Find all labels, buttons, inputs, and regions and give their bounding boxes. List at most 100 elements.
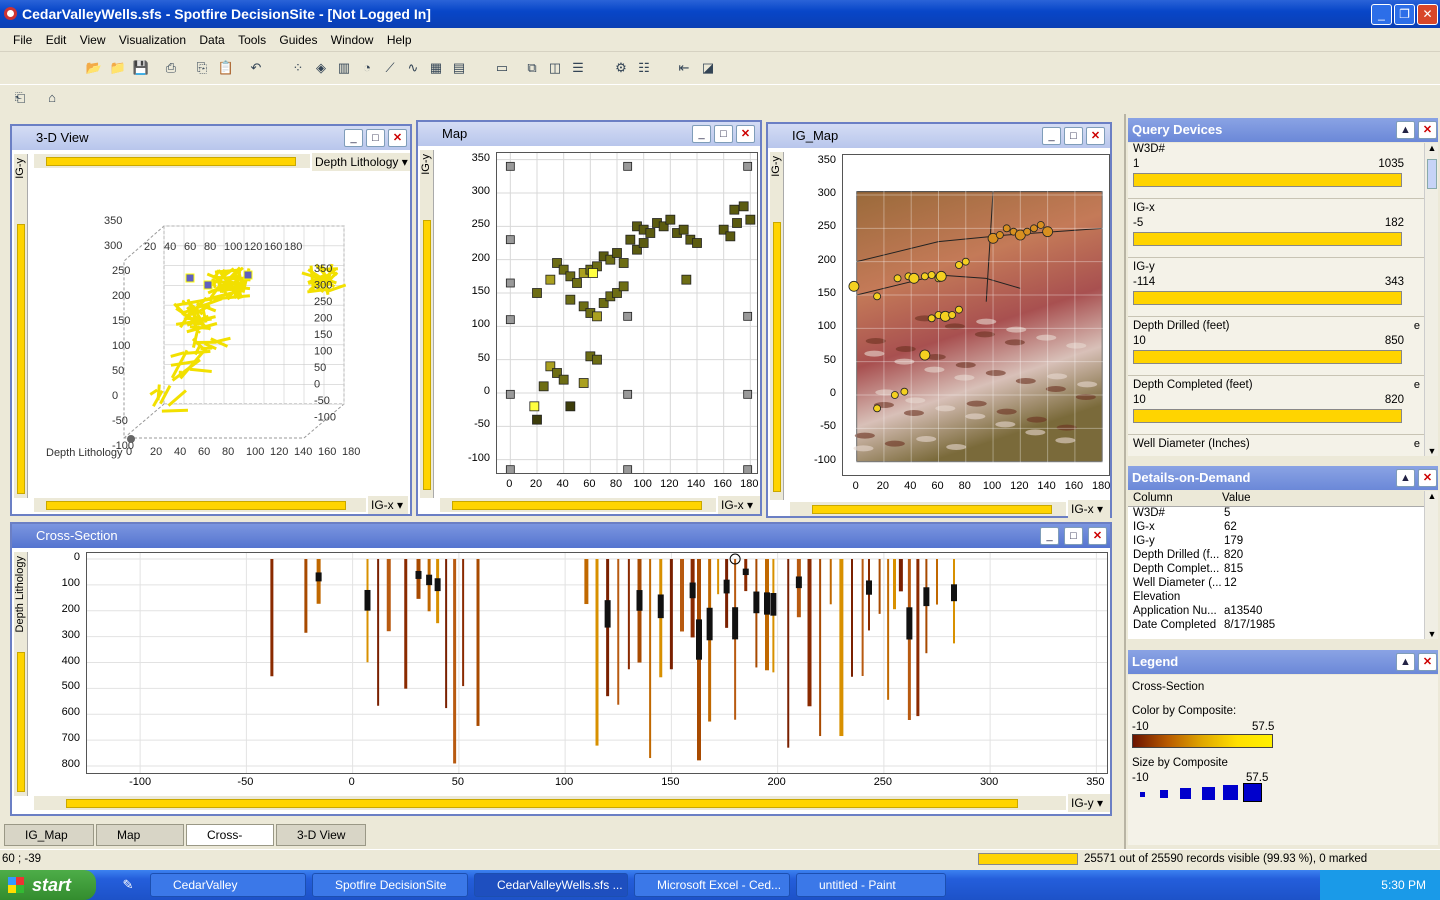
query-device-expand[interactable]: e [1414,320,1420,332]
range-slider[interactable] [1133,291,1402,305]
map-plot-area[interactable] [496,152,758,475]
menu-help[interactable]: Help [382,28,417,52]
guide-icon[interactable]: ⎗ [10,88,30,108]
x-axis-slider[interactable] [34,796,1066,810]
menu-view[interactable]: View [75,28,111,52]
close-button[interactable]: ✕ [1417,4,1438,25]
scroll-thumb[interactable] [1427,159,1437,189]
y-axis-selector[interactable]: IG-y [770,156,784,177]
task-spotfire[interactable]: Spotfire DecisionSite [312,873,468,897]
x-range-handle[interactable] [66,799,1018,808]
scroll-down-icon[interactable]: ▼ [1425,446,1439,456]
tab-ig-map[interactable]: IG_Map [4,824,94,846]
pie-chart-icon[interactable]: ◔ [357,58,377,78]
query-device-1[interactable]: IG-x -5 182 [1128,202,1424,258]
panel-minimize-button[interactable]: _ [692,125,711,143]
heat-map-icon[interactable]: ▦ [426,58,446,78]
panel-minimize-button[interactable]: _ [1040,527,1059,545]
x-range-handle[interactable] [452,501,702,510]
x-range-handle[interactable] [812,505,1052,514]
minimize-button[interactable]: _ [1371,4,1392,25]
column-header[interactable]: Column [1133,492,1173,504]
start-button[interactable]: start [0,870,96,900]
y-axis-selector[interactable]: IG-y [420,154,434,175]
y-axis-selector[interactable]: IG-y [14,158,28,179]
x-axis-selector[interactable]: IG-x ▾ [368,496,408,514]
y-range-handle[interactable] [773,222,781,492]
menu-tools[interactable]: Tools [233,28,271,52]
home-icon[interactable]: ⌂ [42,88,62,108]
print-icon[interactable]: ⎙ [161,58,181,78]
profile-chart-icon[interactable]: ∿ [403,58,423,78]
legend-close-button[interactable]: ✕ [1418,653,1437,671]
undo-icon[interactable]: ↶ [246,58,266,78]
x-axis-slider[interactable] [790,502,1066,516]
x-axis-selector[interactable]: IG-x ▾ [1068,500,1110,518]
bar-chart-icon[interactable]: ▥ [334,58,354,78]
ig-map-plot-area[interactable] [842,154,1110,476]
y-axis-slider[interactable]: IG-y [770,152,784,500]
y-range-handle[interactable] [17,224,25,494]
range-slider[interactable] [1133,232,1402,246]
task-cedarvalleywells[interactable]: CedarValleyWells.sfs ... [474,873,628,897]
y-axis-slider[interactable]: Depth Lithology [14,552,28,796]
range-slider[interactable] [1133,173,1402,187]
y-range-handle[interactable] [17,652,25,792]
paste-icon[interactable]: 📋 [216,58,236,78]
y-axis-slider[interactable]: IG-y [14,154,28,498]
panel-maximize-button[interactable]: □ [1064,127,1083,145]
copy-icon[interactable]: ⎘ [192,58,212,78]
tab-3d-view[interactable]: 3-D View [276,824,366,846]
color-by-selector[interactable]: Depth Lithology ▾ [312,153,410,171]
query-device-expand[interactable]: e [1414,379,1420,391]
query-device-4[interactable]: Depth Completed (feet) e 10 820 [1128,379,1424,435]
y-axis-slider[interactable]: IG-y [420,150,434,498]
top-slider[interactable] [34,154,310,168]
x-axis-slider[interactable] [34,498,366,512]
query-devices-scrollbar[interactable]: ▲ ▼ [1424,143,1438,456]
bookmark-icon[interactable]: ⇤ [674,58,694,78]
top-range-handle[interactable] [46,157,296,166]
3d-plot[interactable]: 0 20 40 60 80 100 120 140 160 1803503002502001501… [34,176,410,496]
panel-close-button[interactable]: ✕ [1088,527,1107,545]
marking-icon[interactable]: ◪ [698,58,718,78]
y-range-handle[interactable] [423,220,431,490]
x-axis-selector[interactable]: IG-x ▾ [718,496,760,514]
range-slider[interactable] [1133,350,1402,364]
query-device-5[interactable]: Well Diameter (Inches) e [1128,438,1424,456]
open-data-icon[interactable]: 📁 [108,58,128,78]
cross-section-plot-area[interactable] [86,552,1108,774]
layout-cascade-icon[interactable]: ⧉ [522,58,542,78]
x-axis-slider[interactable] [440,498,716,512]
y-axis-selector[interactable]: Depth Lithology [14,556,28,632]
menu-file[interactable]: File [8,28,37,52]
query-devices-close-button[interactable]: ✕ [1418,121,1437,139]
details-collapse-button[interactable]: ▲ [1396,469,1415,487]
properties-icon[interactable]: ⚙ [611,58,631,78]
range-slider[interactable] [1133,409,1402,423]
query-device-0[interactable]: W3D# 1 1035 [1128,143,1424,199]
panel-close-button[interactable]: ✕ [388,129,407,147]
quicklaunch-icon[interactable]: ✎ [118,875,138,895]
tab-map[interactable]: Map [96,824,184,846]
query-device-expand[interactable]: e [1414,438,1420,450]
menu-visualization[interactable]: Visualization [114,28,191,52]
tab-cross-section[interactable]: Cross-Section [186,824,274,862]
scroll-up-icon[interactable]: ▲ [1425,143,1439,153]
x-range-handle[interactable] [46,501,346,510]
menu-window[interactable]: Window [326,28,379,52]
rotation-handle[interactable] [127,435,135,443]
panel-minimize-button[interactable]: _ [344,129,363,147]
open-folder-icon[interactable]: 📂 [84,58,104,78]
menu-guides[interactable]: Guides [274,28,322,52]
panel-close-button[interactable]: ✕ [736,125,755,143]
layout-tile-vertical-icon[interactable]: ◫ [545,58,565,78]
menu-edit[interactable]: Edit [41,28,72,52]
scatter-plot-icon[interactable]: ⁘ [288,58,308,78]
layout-tile-horizontal-icon[interactable]: ☰ [568,58,588,78]
query-device-2[interactable]: IG-y -114 343 [1128,261,1424,317]
query-devices-collapse-button[interactable]: ▲ [1396,121,1415,139]
task-cedarvalley[interactable]: CedarValley [150,873,306,897]
panel-maximize-button[interactable]: □ [366,129,385,147]
restore-button[interactable]: ❐ [1394,4,1415,25]
